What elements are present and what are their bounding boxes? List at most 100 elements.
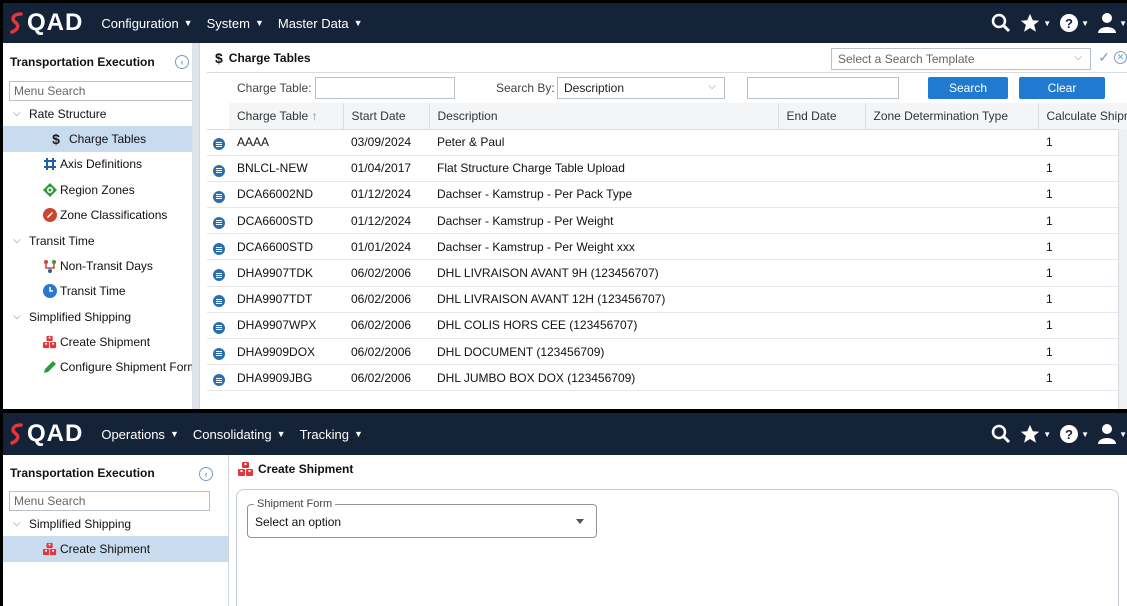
menu-master-data[interactable]: Master Data ▼ — [278, 16, 363, 31]
charge-table-input[interactable] — [315, 77, 455, 99]
cell-start-date: 06/02/2006 — [343, 364, 429, 392]
sidebar-item-label: Transit Time — [60, 284, 126, 299]
sidebar-item-charge-tables[interactable]: $ Charge Tables — [3, 126, 199, 152]
favorites-star-icon[interactable]: ▼ — [1019, 423, 1051, 445]
group-label: Rate Structure — [29, 106, 107, 121]
row-detail-icon[interactable] — [213, 138, 225, 151]
table-row[interactable]: AAAA 03/09/2024 Peter & Paul 1 — [207, 129, 1127, 156]
search-by-select[interactable]: Description ⌵ — [557, 77, 725, 99]
sidebar-item-create-shipment[interactable]: Create Shipment — [3, 536, 228, 562]
menu-search-placeholder: Menu Search — [14, 494, 86, 508]
row-detail-icon[interactable] — [213, 164, 225, 177]
menu-tracking[interactable]: Tracking ▼ — [300, 427, 363, 442]
search-template-select[interactable]: Select a Search Template ⌵ — [831, 48, 1091, 70]
cell-start-date: 06/02/2006 — [343, 312, 429, 340]
dollar-icon: $ — [215, 49, 223, 66]
sidebar-item-label: Charge Tables — [69, 131, 147, 146]
favorites-star-icon[interactable]: ▼ — [1019, 12, 1051, 34]
non-transit-icon — [43, 259, 57, 273]
row-detail-icon[interactable] — [213, 216, 225, 229]
table-row[interactable]: DCA6600STD 01/01/2024 Dachser - Kamstrup -… — [207, 233, 1127, 261]
row-detail-icon[interactable] — [213, 190, 225, 203]
table-row[interactable]: DHA9907TDT 06/02/2006 DHL LIVRAISON AVANT … — [207, 286, 1127, 313]
sidebar-group-simplified-shipping[interactable]: ⌵ Simplified Shipping — [3, 511, 228, 536]
qad-logo[interactable]: QAD — [9, 3, 83, 43]
row-detail-icon[interactable] — [213, 347, 225, 360]
sidebar-item-non-transit-days[interactable]: Non-Transit Days — [3, 253, 199, 279]
apply-check-icon[interactable]: ✓ — [1098, 49, 1110, 66]
sidebar-item-zone-classifications[interactable]: Zone Classifications — [3, 203, 199, 229]
sidebar-item-create-shipment[interactable]: Create Shipment — [3, 329, 199, 355]
shipment-form-select[interactable]: Shipment Form Select an option — [247, 498, 597, 538]
menu-search-input[interactable]: Menu Search — [9, 491, 210, 511]
clear-template-icon[interactable]: ✕ — [1114, 51, 1127, 64]
row-detail-icon[interactable] — [213, 295, 225, 308]
column-header-end-date[interactable]: End Date — [778, 103, 866, 130]
table-row[interactable]: DHA9907WPX 06/02/2006 DHL COLIS HORS CEE (… — [207, 312, 1127, 340]
collapse-sidebar-icon[interactable]: ‹ — [175, 55, 189, 69]
cell-end-date — [778, 129, 865, 156]
grid-scrollbar[interactable] — [1118, 129, 1127, 409]
sidebar-group-simplified-shipping[interactable]: ⌵ Simplified Shipping — [3, 304, 199, 329]
charge-table-label: Charge Table: — [237, 81, 312, 95]
table-row[interactable]: DHA9907TDK 06/02/2006 DHL LIVRAISON AVANT … — [207, 259, 1127, 287]
cell-charge-table: DCA66002ND — [229, 181, 343, 209]
main-content: Create Shipment Shipment Form Select an … — [230, 455, 1127, 606]
row-detail-icon[interactable] — [213, 243, 225, 256]
menu-system[interactable]: System ▼ — [207, 16, 264, 31]
group-label: Transit Time — [29, 233, 95, 248]
menu-search-input[interactable]: Menu Search — [9, 81, 193, 101]
table-row[interactable]: DHA9909JBG 06/02/2006 DHL JUMBO BOX DOX (1… — [207, 364, 1127, 392]
collapse-sidebar-icon[interactable]: ‹ — [199, 467, 213, 481]
search-icon[interactable] — [991, 13, 1011, 33]
sort-ascending-icon: ↑ — [311, 108, 318, 123]
search-text-input[interactable] — [747, 77, 899, 99]
sidebar-group-rate-structure[interactable]: ⌵ Rate Structure — [3, 101, 199, 126]
table-row[interactable]: DCA66002ND 01/12/2024 Dachser - Kamstrup -… — [207, 181, 1127, 209]
user-icon[interactable]: ▼ — [1097, 12, 1127, 34]
row-detail-icon[interactable] — [213, 269, 225, 282]
menu-operations[interactable]: Operations ▼ — [101, 427, 179, 442]
svg-text:?: ? — [1065, 16, 1073, 31]
column-header-start-date[interactable]: Start Date — [343, 103, 430, 130]
row-detail-icon[interactable] — [213, 321, 225, 334]
help-icon[interactable]: ? ▼ — [1059, 13, 1089, 33]
column-header-calculate-shipment[interactable]: Calculate Shipm — [1038, 103, 1127, 130]
column-header-description[interactable]: Description — [429, 103, 779, 130]
boxes-icon — [43, 542, 57, 556]
menu-label: Consolidating — [192, 426, 272, 442]
cell-zone-determination-type — [865, 155, 1038, 182]
search-button[interactable]: Search — [928, 77, 1008, 99]
help-icon[interactable]: ? ▼ — [1059, 424, 1089, 444]
menu-configuration[interactable]: Configuration ▼ — [101, 16, 192, 31]
sidebar-item-axis-definitions[interactable]: Axis Definitions — [3, 152, 199, 178]
search-icon[interactable] — [991, 424, 1011, 444]
column-header-charge-table[interactable]: Charge Table ↑ — [229, 103, 344, 130]
cell-charge-table: DHA9907WPX — [229, 312, 343, 340]
menu-consolidating[interactable]: Consolidating ▼ — [193, 427, 286, 442]
clear-button[interactable]: Clear — [1019, 77, 1105, 99]
table-row[interactable]: DCA6600STD 01/12/2024 Dachser - Kamstrup -… — [207, 207, 1127, 235]
chevron-down-icon: ⌵ — [1074, 52, 1082, 63]
column-header-label: Charge Table — [237, 108, 309, 123]
cell-calculate-shipment: 1 — [1038, 312, 1127, 340]
qad-logo[interactable]: QAD — [9, 414, 83, 454]
menu-label: Operations — [101, 426, 165, 442]
sidebar-item-region-zones[interactable]: Region Zones — [3, 177, 199, 203]
row-detail-icon[interactable] — [213, 374, 225, 387]
user-icon[interactable]: ▼ — [1097, 423, 1127, 445]
table-row[interactable]: DHA9909DOX 06/02/2006 DHL DOCUMENT (123456… — [207, 338, 1127, 366]
cell-charge-table: DHA9909JBG — [229, 364, 343, 392]
sidebar-item-transit-time[interactable]: Transit Time — [3, 279, 199, 305]
table-row[interactable]: BNLCL-NEW 01/04/2017 Flat Structure Charge… — [207, 155, 1127, 182]
zone-icon — [43, 208, 57, 223]
sidebar-scrollbar[interactable] — [192, 43, 199, 409]
sidebar-group-transit-time[interactable]: ⌵ Transit Time — [3, 228, 199, 253]
cell-start-date: 06/02/2006 — [343, 338, 429, 366]
cell-start-date: 06/02/2006 — [343, 259, 429, 287]
column-header-zone-determination-type[interactable]: Zone Determination Type — [865, 103, 1039, 130]
row-detail-cell — [207, 181, 229, 209]
grid-body: AAAA 03/09/2024 Peter & Paul 1 BNLCL-NEW 01/0… — [207, 129, 1127, 392]
sidebar-item-configure-shipment-form[interactable]: Configure Shipment Form — [3, 355, 199, 381]
menu-label: System — [206, 15, 250, 31]
